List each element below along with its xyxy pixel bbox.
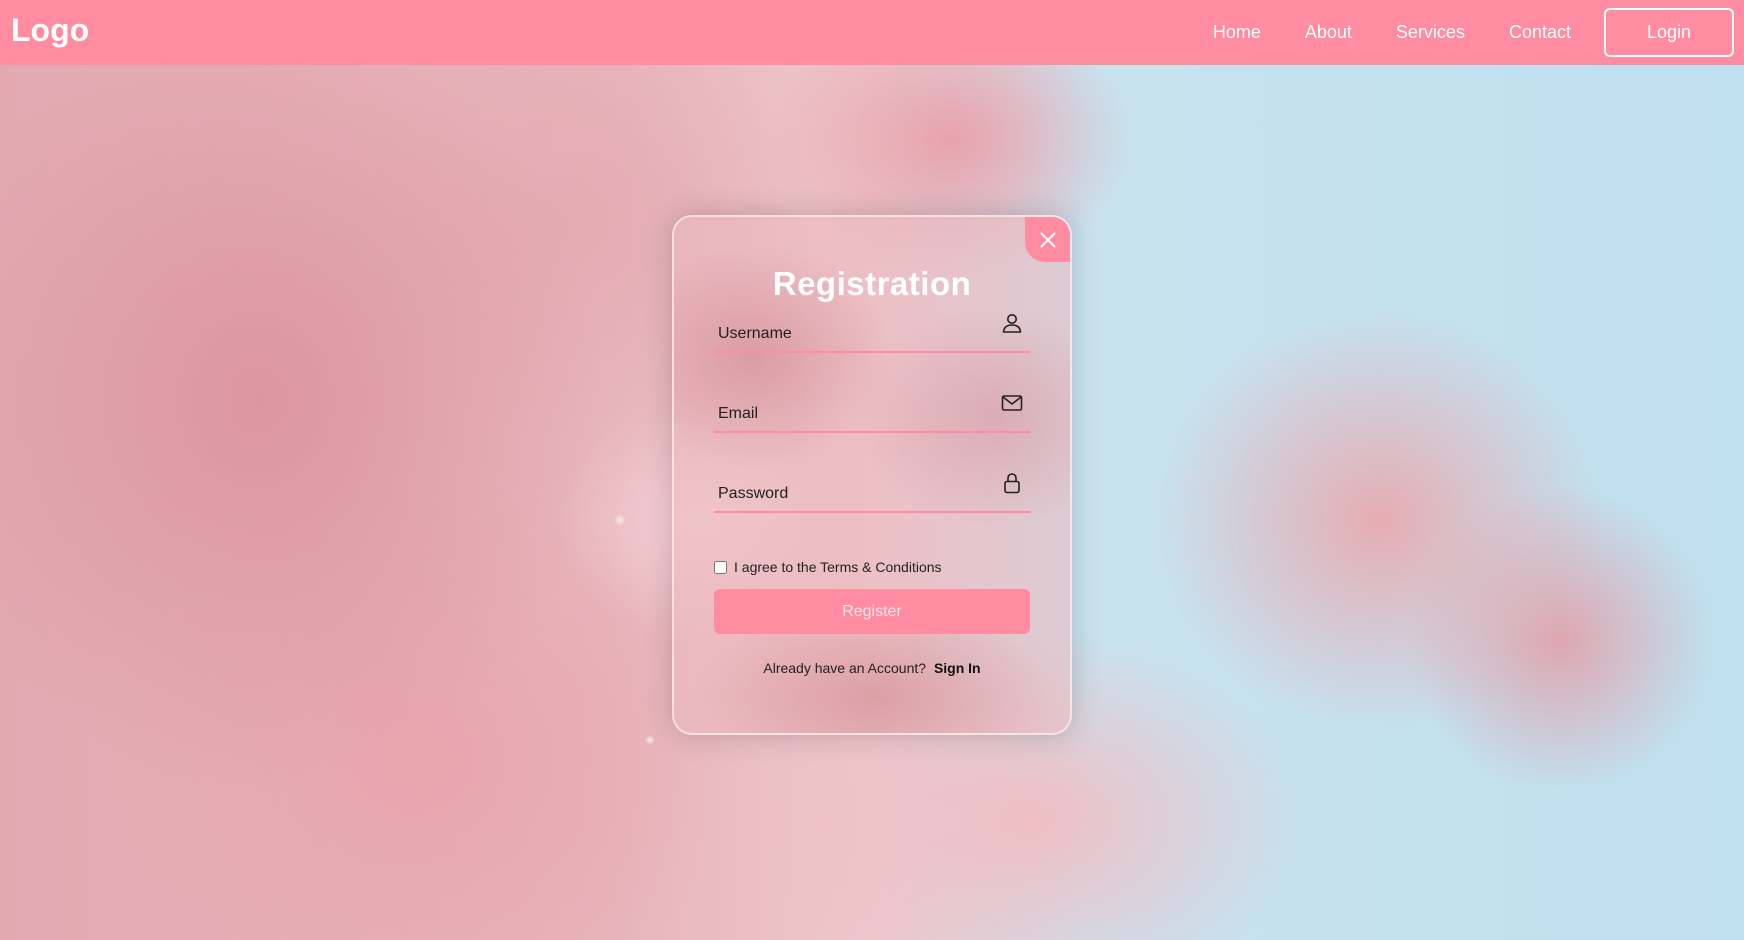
signin-prompt: Already have an Account? Sign In bbox=[674, 660, 1070, 676]
signin-link[interactable]: Sign In bbox=[934, 660, 981, 676]
terms-label: I agree to the Terms & Conditions bbox=[734, 559, 942, 575]
login-button[interactable]: Login bbox=[1604, 8, 1734, 57]
password-input[interactable] bbox=[714, 463, 994, 511]
username-input[interactable] bbox=[714, 303, 994, 351]
password-field-wrapper bbox=[714, 463, 1030, 513]
user-icon bbox=[1002, 314, 1022, 333]
logo: Logo bbox=[11, 12, 90, 48]
email-field-wrapper bbox=[714, 383, 1030, 433]
registration-form: Registration I agree to the Terms & Cond… bbox=[672, 215, 1072, 735]
nav-links: Home About Services Contact Login bbox=[1213, 0, 1744, 65]
register-button[interactable]: Register bbox=[714, 589, 1030, 634]
mail-icon bbox=[1001, 395, 1023, 411]
nav-link-about[interactable]: About bbox=[1305, 22, 1352, 43]
signin-prompt-text: Already have an Account? bbox=[763, 660, 927, 676]
username-field-wrapper bbox=[714, 303, 1030, 353]
form-title: Registration bbox=[772, 265, 972, 302]
close-icon bbox=[1039, 231, 1056, 248]
terms-checkbox[interactable] bbox=[714, 560, 727, 574]
close-button[interactable] bbox=[1025, 217, 1070, 262]
terms-row: I agree to the Terms & Conditions bbox=[714, 559, 942, 575]
nav-link-services[interactable]: Services bbox=[1396, 22, 1465, 43]
navbar: Logo Home About Services Contact Login bbox=[0, 0, 1744, 65]
nav-link-contact[interactable]: Contact bbox=[1509, 22, 1571, 43]
email-input[interactable] bbox=[714, 383, 994, 431]
lock-icon bbox=[1004, 473, 1020, 494]
nav-link-home[interactable]: Home bbox=[1213, 22, 1261, 43]
